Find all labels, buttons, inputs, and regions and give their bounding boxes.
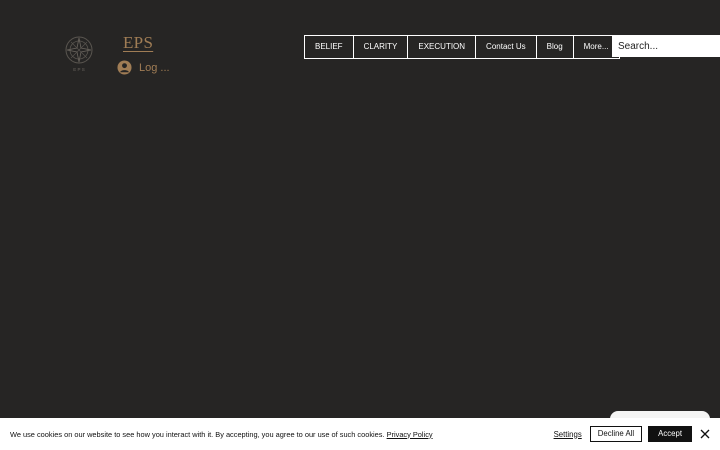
login-button[interactable]: Log ... [117, 60, 170, 75]
brand-name[interactable]: EPS [123, 33, 153, 53]
nav-item-contact-us[interactable]: Contact Us [476, 36, 537, 58]
main-nav: BELIEF CLARITY EXECUTION Contact Us Blog… [304, 35, 620, 59]
logo-emblem[interactable]: E P S [62, 35, 96, 73]
privacy-policy-link[interactable]: Privacy Policy [387, 430, 433, 439]
cookie-message-container: We use cookies on our website to see how… [10, 430, 554, 439]
search-input[interactable] [618, 40, 714, 52]
accept-button[interactable]: Accept [648, 426, 692, 442]
nav-item-belief[interactable]: BELIEF [305, 36, 354, 58]
login-label: Log ... [139, 61, 170, 74]
cookie-settings-link[interactable]: Settings [554, 430, 582, 439]
search-box[interactable] [612, 35, 720, 57]
user-avatar-icon [117, 60, 132, 75]
nav-item-execution[interactable]: EXECUTION [408, 36, 477, 58]
cookie-banner: We use cookies on our website to see how… [0, 418, 720, 450]
decline-all-button[interactable]: Decline All [589, 426, 643, 442]
compass-emblem-icon: E P S [65, 36, 93, 72]
emblem-text: E P S [73, 67, 84, 72]
nav-item-blog[interactable]: Blog [537, 36, 574, 58]
cookie-message: We use cookies on our website to see how… [10, 429, 385, 439]
close-icon[interactable] [700, 429, 710, 439]
nav-item-clarity[interactable]: CLARITY [354, 36, 409, 58]
